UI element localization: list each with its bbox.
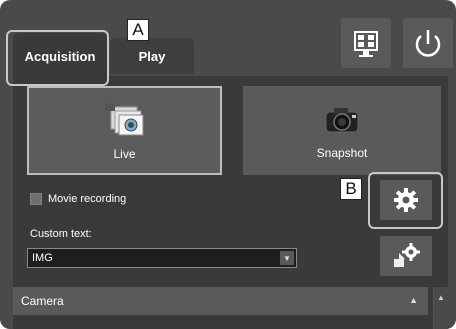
highlight-b: [368, 172, 443, 229]
camera-section-header[interactable]: Camera ▲: [13, 287, 428, 315]
custom-text-field[interactable]: ▼: [27, 248, 297, 268]
callout-b: B: [340, 178, 362, 200]
custom-text-label: Custom text:: [30, 228, 92, 240]
custom-text-input[interactable]: [28, 252, 272, 264]
export-settings-icon: [394, 243, 420, 267]
export-settings-button[interactable]: [380, 236, 432, 276]
collapse-arrow-icon[interactable]: ▲: [409, 295, 418, 305]
tab-play[interactable]: Play: [110, 38, 194, 74]
live-button[interactable]: Live: [27, 86, 222, 175]
snapshot-button[interactable]: Snapshot: [243, 86, 441, 175]
live-camera-icon: [104, 102, 143, 135]
movie-recording-label: Movie recording: [48, 193, 127, 205]
chevron-down-icon[interactable]: ▼: [280, 251, 294, 265]
monitor-layout-icon: [354, 31, 378, 57]
callout-a: A: [127, 19, 149, 41]
scroll-up-icon[interactable]: ▲: [437, 293, 445, 302]
scrollbar[interactable]: ▲: [433, 287, 448, 329]
snapshot-button-label: Snapshot: [316, 145, 368, 160]
snapshot-camera-icon: [325, 107, 359, 132]
monitor-layout-button[interactable]: [341, 18, 391, 68]
live-button-label: Live: [113, 146, 136, 161]
power-icon: [415, 30, 441, 57]
highlight-a: [6, 30, 109, 86]
tab-play-label: Play: [138, 48, 166, 64]
movie-recording-row[interactable]: Movie recording: [30, 193, 126, 205]
movie-recording-checkbox[interactable]: [30, 193, 42, 205]
power-button[interactable]: [403, 18, 453, 68]
camera-section-label: Camera: [21, 294, 64, 308]
